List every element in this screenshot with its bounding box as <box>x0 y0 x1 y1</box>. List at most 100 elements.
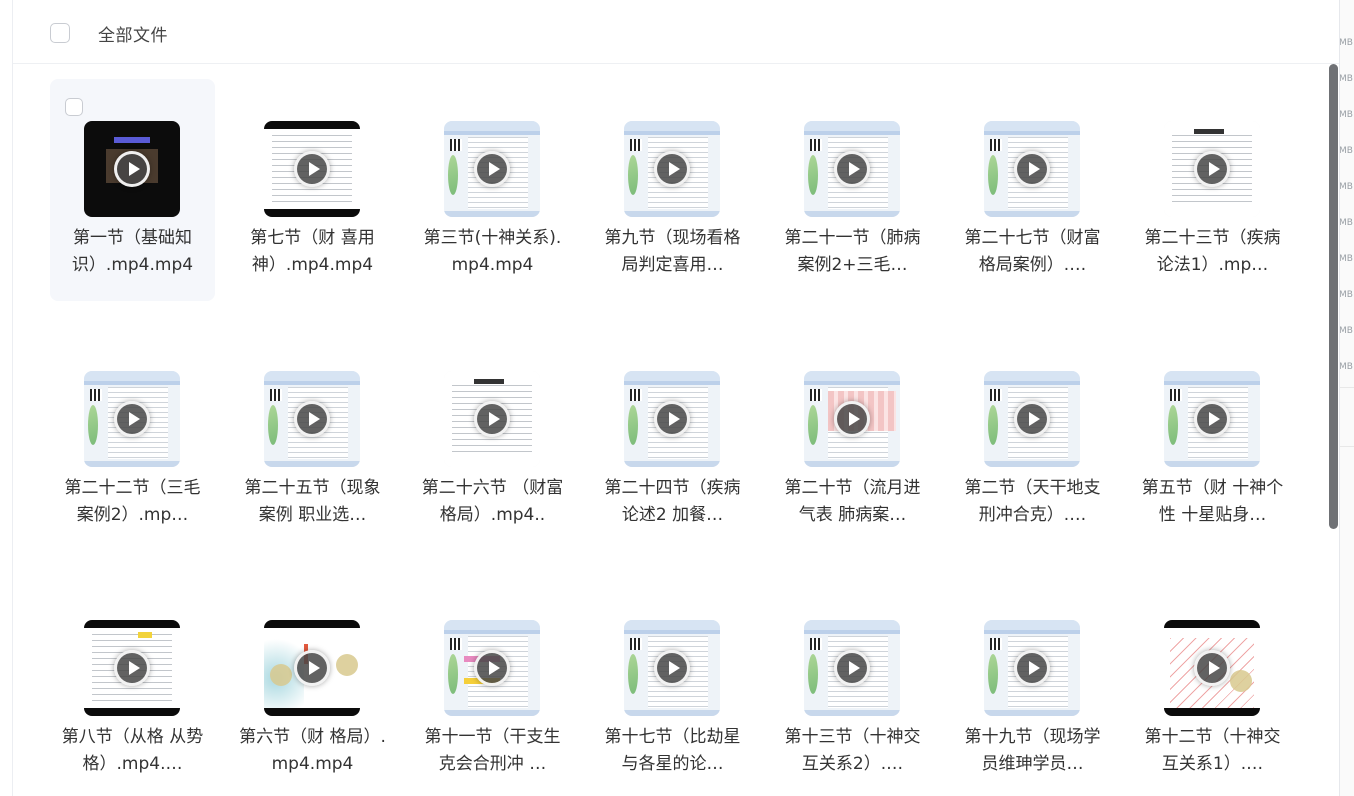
breadcrumb-all-files[interactable]: 全部文件 <box>98 21 168 46</box>
video-thumbnail[interactable] <box>1164 620 1260 716</box>
play-icon <box>114 151 150 187</box>
play-icon <box>834 401 870 437</box>
background-size-label: MB <box>1339 362 1353 372</box>
video-thumbnail[interactable] <box>624 620 720 716</box>
thumbnail-detail <box>804 620 900 630</box>
vertical-scrollbar[interactable] <box>1329 64 1338 529</box>
file-name[interactable]: 第九节（现场看格局判定喜用… <box>598 225 747 279</box>
file-item[interactable]: 第七节（财 喜用神）.mp4.mp4 <box>230 79 395 301</box>
thumbnail-detail <box>624 371 720 381</box>
file-item[interactable]: 第二十三节（疾病论法1）.mp… <box>1130 79 1295 301</box>
video-thumbnail[interactable] <box>1164 121 1260 217</box>
play-icon <box>1014 151 1050 187</box>
thumbnail-detail <box>984 710 1080 716</box>
video-thumbnail[interactable] <box>804 620 900 716</box>
thumbnail-detail <box>84 708 180 716</box>
thumbnail-detail <box>804 371 900 381</box>
thumbnail-detail <box>984 131 1080 135</box>
file-name[interactable]: 第八节（从格 从势格）.mp4.… <box>58 724 207 778</box>
file-name[interactable]: 第二十二节（三毛案例2）.mp… <box>58 475 207 529</box>
file-item[interactable]: 第二节（天干地支刑冲合克）.… <box>950 329 1115 551</box>
file-name[interactable]: 第六节（财 格局）.mp4.mp4 <box>238 724 387 778</box>
background-divider <box>1339 446 1354 447</box>
file-item[interactable]: 第二十七节（财富格局案例）.… <box>950 79 1115 301</box>
thumbnail-detail <box>264 620 360 628</box>
file-item[interactable]: 第二十节（流月进气表 肺病案… <box>770 329 935 551</box>
file-name[interactable]: 第十七节（比劫星与各星的论… <box>598 724 747 778</box>
video-thumbnail[interactable] <box>624 121 720 217</box>
thumbnail-detail <box>624 620 720 630</box>
thumbnail-detail <box>990 139 1002 151</box>
file-name[interactable]: 第二节（天干地支刑冲合克）.… <box>958 475 1107 529</box>
file-name[interactable]: 第十一节（干支生克会合刑冲 … <box>418 724 567 778</box>
video-thumbnail[interactable] <box>804 121 900 217</box>
file-item[interactable]: 第十七节（比劫星与各星的论… <box>590 578 755 796</box>
thumbnail-detail <box>264 371 360 381</box>
file-item[interactable]: 第六节（财 格局）.mp4.mp4 <box>230 578 395 796</box>
thumbnail-detail <box>808 155 818 195</box>
thumbnail-detail <box>448 155 458 195</box>
select-all-checkbox[interactable] <box>50 23 70 43</box>
file-item[interactable]: 第五节（财 十神个性 十星贴身… <box>1130 329 1295 551</box>
file-name[interactable]: 第二十五节（现象案例 职业选… <box>238 475 387 529</box>
thumbnail-detail <box>264 381 360 385</box>
file-name[interactable]: 第二十四节（疾病论述2 加餐… <box>598 475 747 529</box>
play-icon <box>654 650 690 686</box>
file-name[interactable]: 第十二节（十神交互关系1）.… <box>1138 724 1287 778</box>
file-checkbox[interactable] <box>65 98 83 116</box>
file-item[interactable]: 第二十四节（疾病论述2 加餐… <box>590 329 755 551</box>
file-name[interactable]: 第五节（财 十神个性 十星贴身… <box>1138 475 1287 529</box>
thumbnail-detail <box>264 121 360 129</box>
file-name[interactable]: 第三节(十神关系).mp4.mp4 <box>418 225 567 279</box>
file-item[interactable]: 第二十五节（现象案例 职业选… <box>230 329 395 551</box>
video-thumbnail[interactable] <box>444 620 540 716</box>
play-icon <box>1194 401 1230 437</box>
video-thumbnail[interactable] <box>984 121 1080 217</box>
thumbnail-detail <box>804 461 900 467</box>
video-thumbnail[interactable] <box>264 371 360 467</box>
file-name[interactable]: 第一节（基础知识）.mp4.mp4 <box>58 225 207 279</box>
thumbnail-detail <box>1164 620 1260 628</box>
file-item[interactable]: 第十三节（十神交互关系2）.… <box>770 578 935 796</box>
panel-header: 全部文件 <box>13 0 1339 64</box>
file-name[interactable]: 第二十一节（肺病案例2+三毛… <box>778 225 927 279</box>
file-item[interactable]: 第九节（现场看格局判定喜用… <box>590 79 755 301</box>
thumbnail-detail <box>448 654 458 694</box>
thumbnail-detail <box>444 620 540 630</box>
file-name[interactable]: 第十九节（现场学员维珅学员… <box>958 724 1107 778</box>
file-item[interactable]: 第二十六节 （财富格局）.mp4.. <box>410 329 575 551</box>
file-name[interactable]: 第七节（财 喜用神）.mp4.mp4 <box>238 225 387 279</box>
file-name[interactable]: 第二十节（流月进气表 肺病案… <box>778 475 927 529</box>
file-item[interactable]: 第十九节（现场学员维珅学员… <box>950 578 1115 796</box>
file-name[interactable]: 第二十三节（疾病论法1）.mp… <box>1138 225 1287 279</box>
video-thumbnail[interactable] <box>444 121 540 217</box>
thumbnail-detail <box>1164 381 1260 385</box>
file-item[interactable]: 第八节（从格 从势格）.mp4.… <box>50 578 215 796</box>
video-thumbnail[interactable] <box>624 371 720 467</box>
video-thumbnail[interactable] <box>84 620 180 716</box>
video-thumbnail[interactable] <box>444 371 540 467</box>
file-item[interactable]: 第十二节（十神交互关系1）.… <box>1130 578 1295 796</box>
file-item[interactable]: 第一节（基础知识）.mp4.mp4 <box>50 79 215 301</box>
thumbnail-detail <box>444 710 540 716</box>
video-thumbnail[interactable] <box>264 121 360 217</box>
video-thumbnail[interactable] <box>984 620 1080 716</box>
file-item[interactable]: 第二十二节（三毛案例2）.mp… <box>50 329 215 551</box>
file-item[interactable]: 第十一节（干支生克会合刑冲 … <box>410 578 575 796</box>
file-name[interactable]: 第十三节（十神交互关系2）.… <box>778 724 927 778</box>
video-thumbnail[interactable] <box>1164 371 1260 467</box>
file-item[interactable]: 第二十一节（肺病案例2+三毛… <box>770 79 935 301</box>
video-thumbnail[interactable] <box>84 371 180 467</box>
video-thumbnail[interactable] <box>84 121 180 217</box>
thumbnail-detail <box>630 638 642 650</box>
video-thumbnail[interactable] <box>264 620 360 716</box>
background-size-label: MB <box>1339 218 1353 228</box>
thumbnail-detail <box>268 405 278 445</box>
file-name[interactable]: 第二十七节（财富格局案例）.… <box>958 225 1107 279</box>
thumbnail-detail <box>264 708 360 716</box>
video-thumbnail[interactable] <box>804 371 900 467</box>
video-thumbnail[interactable] <box>984 371 1080 467</box>
file-name[interactable]: 第二十六节 （财富格局）.mp4.. <box>418 475 567 529</box>
thumbnail-detail <box>84 381 180 385</box>
file-item[interactable]: 第三节(十神关系).mp4.mp4 <box>410 79 575 301</box>
